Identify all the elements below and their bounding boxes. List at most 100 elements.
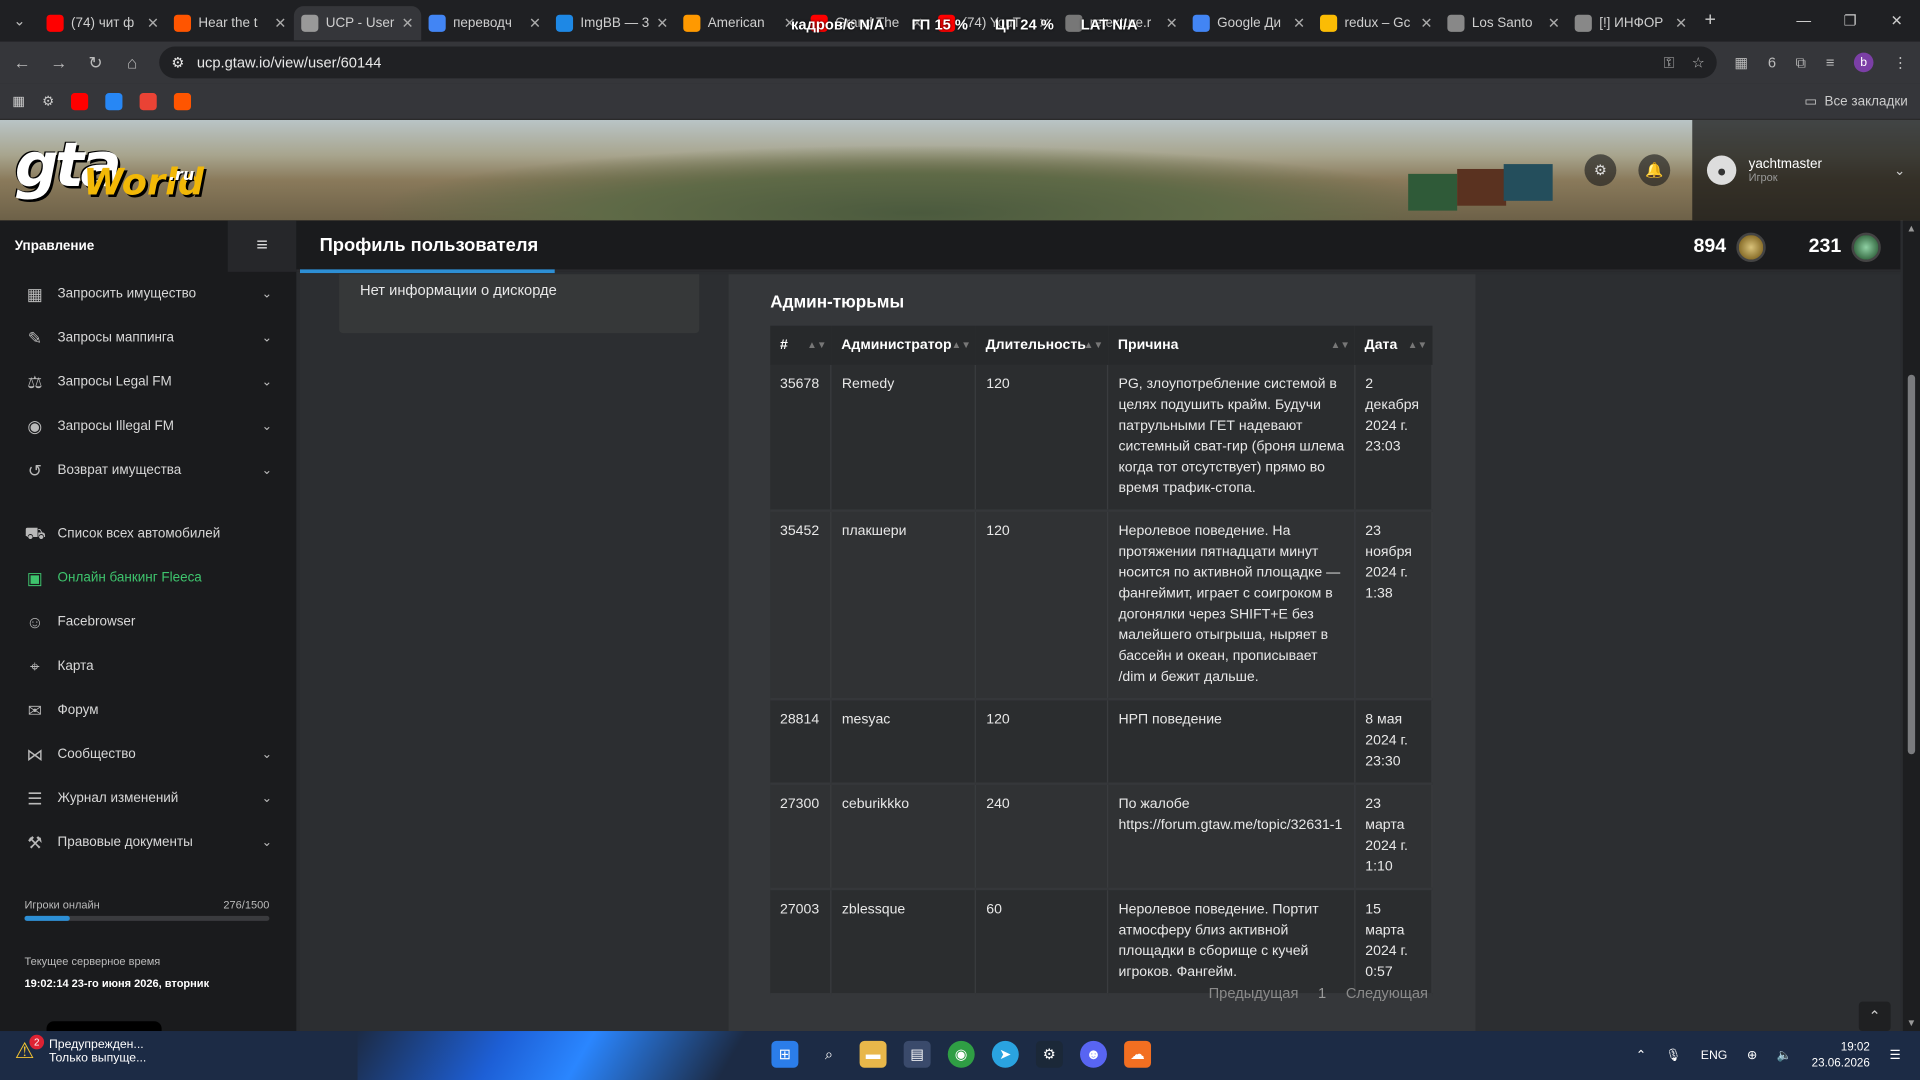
- column-header[interactable]: Дата ▲▼: [1354, 325, 1433, 365]
- sidebar-item[interactable]: ▦ Запросить имущество ⌄: [0, 272, 296, 316]
- tab-favicon-icon: [1192, 14, 1210, 32]
- bookmark-star-icon[interactable]: ☆: [1692, 53, 1705, 71]
- sidebar-heading: Управление: [14, 238, 95, 254]
- tab-close-icon[interactable]: ✕: [147, 15, 159, 32]
- windows-start-icon[interactable]: ⊞: [771, 1040, 799, 1068]
- column-header[interactable]: Причина ▲▼: [1108, 325, 1355, 365]
- steam-icon[interactable]: ⚙: [1035, 1040, 1063, 1068]
- forward-icon[interactable]: →: [49, 53, 69, 73]
- hamburger-menu-icon[interactable]: ≡: [227, 220, 297, 272]
- current-page[interactable]: 1: [1308, 980, 1336, 1007]
- extensions-puzzle-icon[interactable]: ⧉: [1796, 53, 1807, 71]
- site-settings-icon[interactable]: ⚙: [171, 54, 184, 71]
- tab-close-icon[interactable]: ✕: [1675, 15, 1687, 32]
- chrome-icon[interactable]: ◉: [947, 1040, 975, 1068]
- url-field[interactable]: ⚙ ucp.gtaw.io/view/user/60144 ⚿ ☆: [159, 46, 1718, 79]
- browser-tab[interactable]: Google Ди ✕: [1185, 6, 1312, 40]
- tab-close-icon[interactable]: ✕: [1293, 15, 1305, 32]
- user-menu[interactable]: ● yachtmaster Игрок ⌄: [1692, 120, 1920, 221]
- password-key-icon[interactable]: ⚿: [1663, 53, 1674, 71]
- browser-tab[interactable]: American ✕: [676, 6, 803, 40]
- table-cell-date: 8 мая 2024 г. 23:30: [1354, 699, 1433, 785]
- youtube-bookmark-icon[interactable]: [71, 92, 89, 110]
- browser-tab[interactable]: (74) чит ф ✕: [39, 6, 166, 40]
- new-tab-button[interactable]: +: [1705, 10, 1716, 32]
- notifications-bell-icon[interactable]: 🔔: [1638, 154, 1671, 187]
- next-page-button[interactable]: Следующая: [1336, 980, 1438, 1007]
- tab-close-icon[interactable]: ✕: [274, 15, 286, 32]
- column-header[interactable]: # ▲▼: [770, 325, 832, 365]
- sidebar-item[interactable]: ⌖ Карта: [0, 644, 296, 688]
- tab-close-icon[interactable]: ✕: [1166, 15, 1178, 32]
- apps-grid-icon[interactable]: ▦: [12, 93, 25, 109]
- sidebar-item[interactable]: ⋈ Сообщество ⌄: [0, 732, 296, 776]
- minimize-button[interactable]: —: [1780, 0, 1827, 42]
- telegram-icon[interactable]: ➤: [991, 1040, 1019, 1068]
- tab-close-icon[interactable]: ✕: [402, 15, 414, 32]
- sidebar-item[interactable]: ⚖ Запросы Legal FM ⌄: [0, 360, 296, 404]
- tab-close-icon[interactable]: ✕: [529, 15, 541, 32]
- sidebar-item[interactable]: ⛟ Список всех автомобилей: [0, 512, 296, 556]
- network-icon[interactable]: ⊕: [1747, 1049, 1757, 1062]
- sidebar-item[interactable]: ☰ Журнал изменений ⌄: [0, 776, 296, 820]
- close-window-button[interactable]: ✕: [1873, 0, 1920, 42]
- home-icon[interactable]: ⌂: [122, 53, 142, 73]
- cloud-app-icon[interactable]: ☁: [1124, 1040, 1152, 1068]
- sidebar-item[interactable]: ✎ Запросы маппинга ⌄: [0, 316, 296, 360]
- media-controls-icon[interactable]: ≡: [1826, 54, 1835, 71]
- tab-close-icon[interactable]: ✕: [1420, 15, 1432, 32]
- sidebar-item[interactable]: ☺ Facebrowser: [0, 600, 296, 644]
- table-cell-admin: плакшери: [831, 510, 977, 701]
- all-bookmarks-button[interactable]: ▭ Все закладки: [1804, 93, 1907, 109]
- sidebar-item[interactable]: ◉ Запросы Illegal FM ⌄: [0, 404, 296, 448]
- gta-world-logo[interactable]: gta World .ru: [15, 130, 204, 205]
- tab-close-icon[interactable]: ✕: [656, 15, 668, 32]
- back-to-top-button[interactable]: ⌃: [1858, 1001, 1891, 1032]
- microphone-icon[interactable]: 🎙: [1666, 1049, 1682, 1062]
- search-icon[interactable]: ⌕: [816, 1041, 843, 1068]
- scroll-down-icon[interactable]: ▼: [1907, 1018, 1917, 1029]
- browser-tab[interactable]: переводч ✕: [421, 6, 548, 40]
- file-explorer-icon[interactable]: ▬: [859, 1040, 887, 1068]
- warning-notification[interactable]: ⚠ 2 Предупрежден... Только выпуще...: [15, 1034, 146, 1065]
- tab-close-icon[interactable]: ✕: [1548, 15, 1560, 32]
- back-icon[interactable]: ←: [12, 53, 32, 73]
- extension-count[interactable]: 6: [1768, 54, 1776, 71]
- task-manager-icon[interactable]: ▤: [903, 1040, 931, 1068]
- language-indicator[interactable]: ENG: [1701, 1049, 1728, 1062]
- discord-icon[interactable]: ☻: [1080, 1040, 1107, 1068]
- browser-tab[interactable]: UCP - User ✕: [293, 6, 422, 41]
- browser-tab[interactable]: Hear the t ✕: [167, 6, 294, 40]
- restore-button[interactable]: ❐: [1827, 0, 1874, 42]
- settings-gear-icon[interactable]: ⚙: [1584, 154, 1617, 187]
- profile-avatar[interactable]: b: [1853, 52, 1874, 73]
- sidebar-item[interactable]: ⚒ Правовые документы ⌄: [0, 820, 296, 864]
- column-header[interactable]: Администратор ▲▼: [831, 325, 976, 365]
- tray-expand-icon[interactable]: ⌃: [1636, 1049, 1646, 1062]
- reload-icon[interactable]: ↻: [86, 52, 106, 73]
- sidebar-item[interactable]: ▣ Онлайн банкинг Fleeca: [0, 556, 296, 600]
- browser-tab[interactable]: ImgBB — 3 ✕: [549, 6, 676, 40]
- settings-bookmark-icon[interactable]: ⚙: [42, 93, 54, 109]
- browser-tab[interactable]: Los Santo ✕: [1440, 6, 1567, 40]
- soundcloud-bookmark-icon[interactable]: [174, 92, 192, 110]
- notification-center-icon[interactable]: ☰: [1889, 1049, 1900, 1062]
- scroll-up-icon[interactable]: ▲: [1907, 223, 1917, 234]
- tab-search-chevron-icon[interactable]: ⌄: [0, 0, 39, 42]
- qr-extension-icon[interactable]: ▦: [1734, 54, 1748, 71]
- gmail-bookmark-icon[interactable]: [139, 92, 158, 110]
- taskbar-clock[interactable]: 19:02 23.06.2026: [1812, 1040, 1870, 1072]
- browser-tab[interactable]: [!] ИНФОР ✕: [1567, 6, 1694, 40]
- vk-bookmark-icon[interactable]: [105, 92, 123, 110]
- user-name: yachtmaster: [1748, 156, 1822, 172]
- page-scrollbar[interactable]: ▲ ▼: [1902, 220, 1920, 1032]
- scrollbar-thumb[interactable]: [1907, 374, 1916, 755]
- browser-tab[interactable]: redux – Gc ✕: [1313, 6, 1440, 40]
- browser-menu-icon[interactable]: ⋮: [1893, 54, 1908, 71]
- prev-page-button[interactable]: Предыдущая: [1199, 980, 1308, 1007]
- column-header[interactable]: Длительность ▲▼: [975, 325, 1109, 365]
- users-icon: ☺: [26, 612, 44, 632]
- sidebar-item[interactable]: ✉ Форум: [0, 688, 296, 732]
- sidebar-item[interactable]: ↺ Возврат имущества ⌄: [0, 448, 296, 492]
- volume-icon[interactable]: 🔈: [1777, 1049, 1792, 1062]
